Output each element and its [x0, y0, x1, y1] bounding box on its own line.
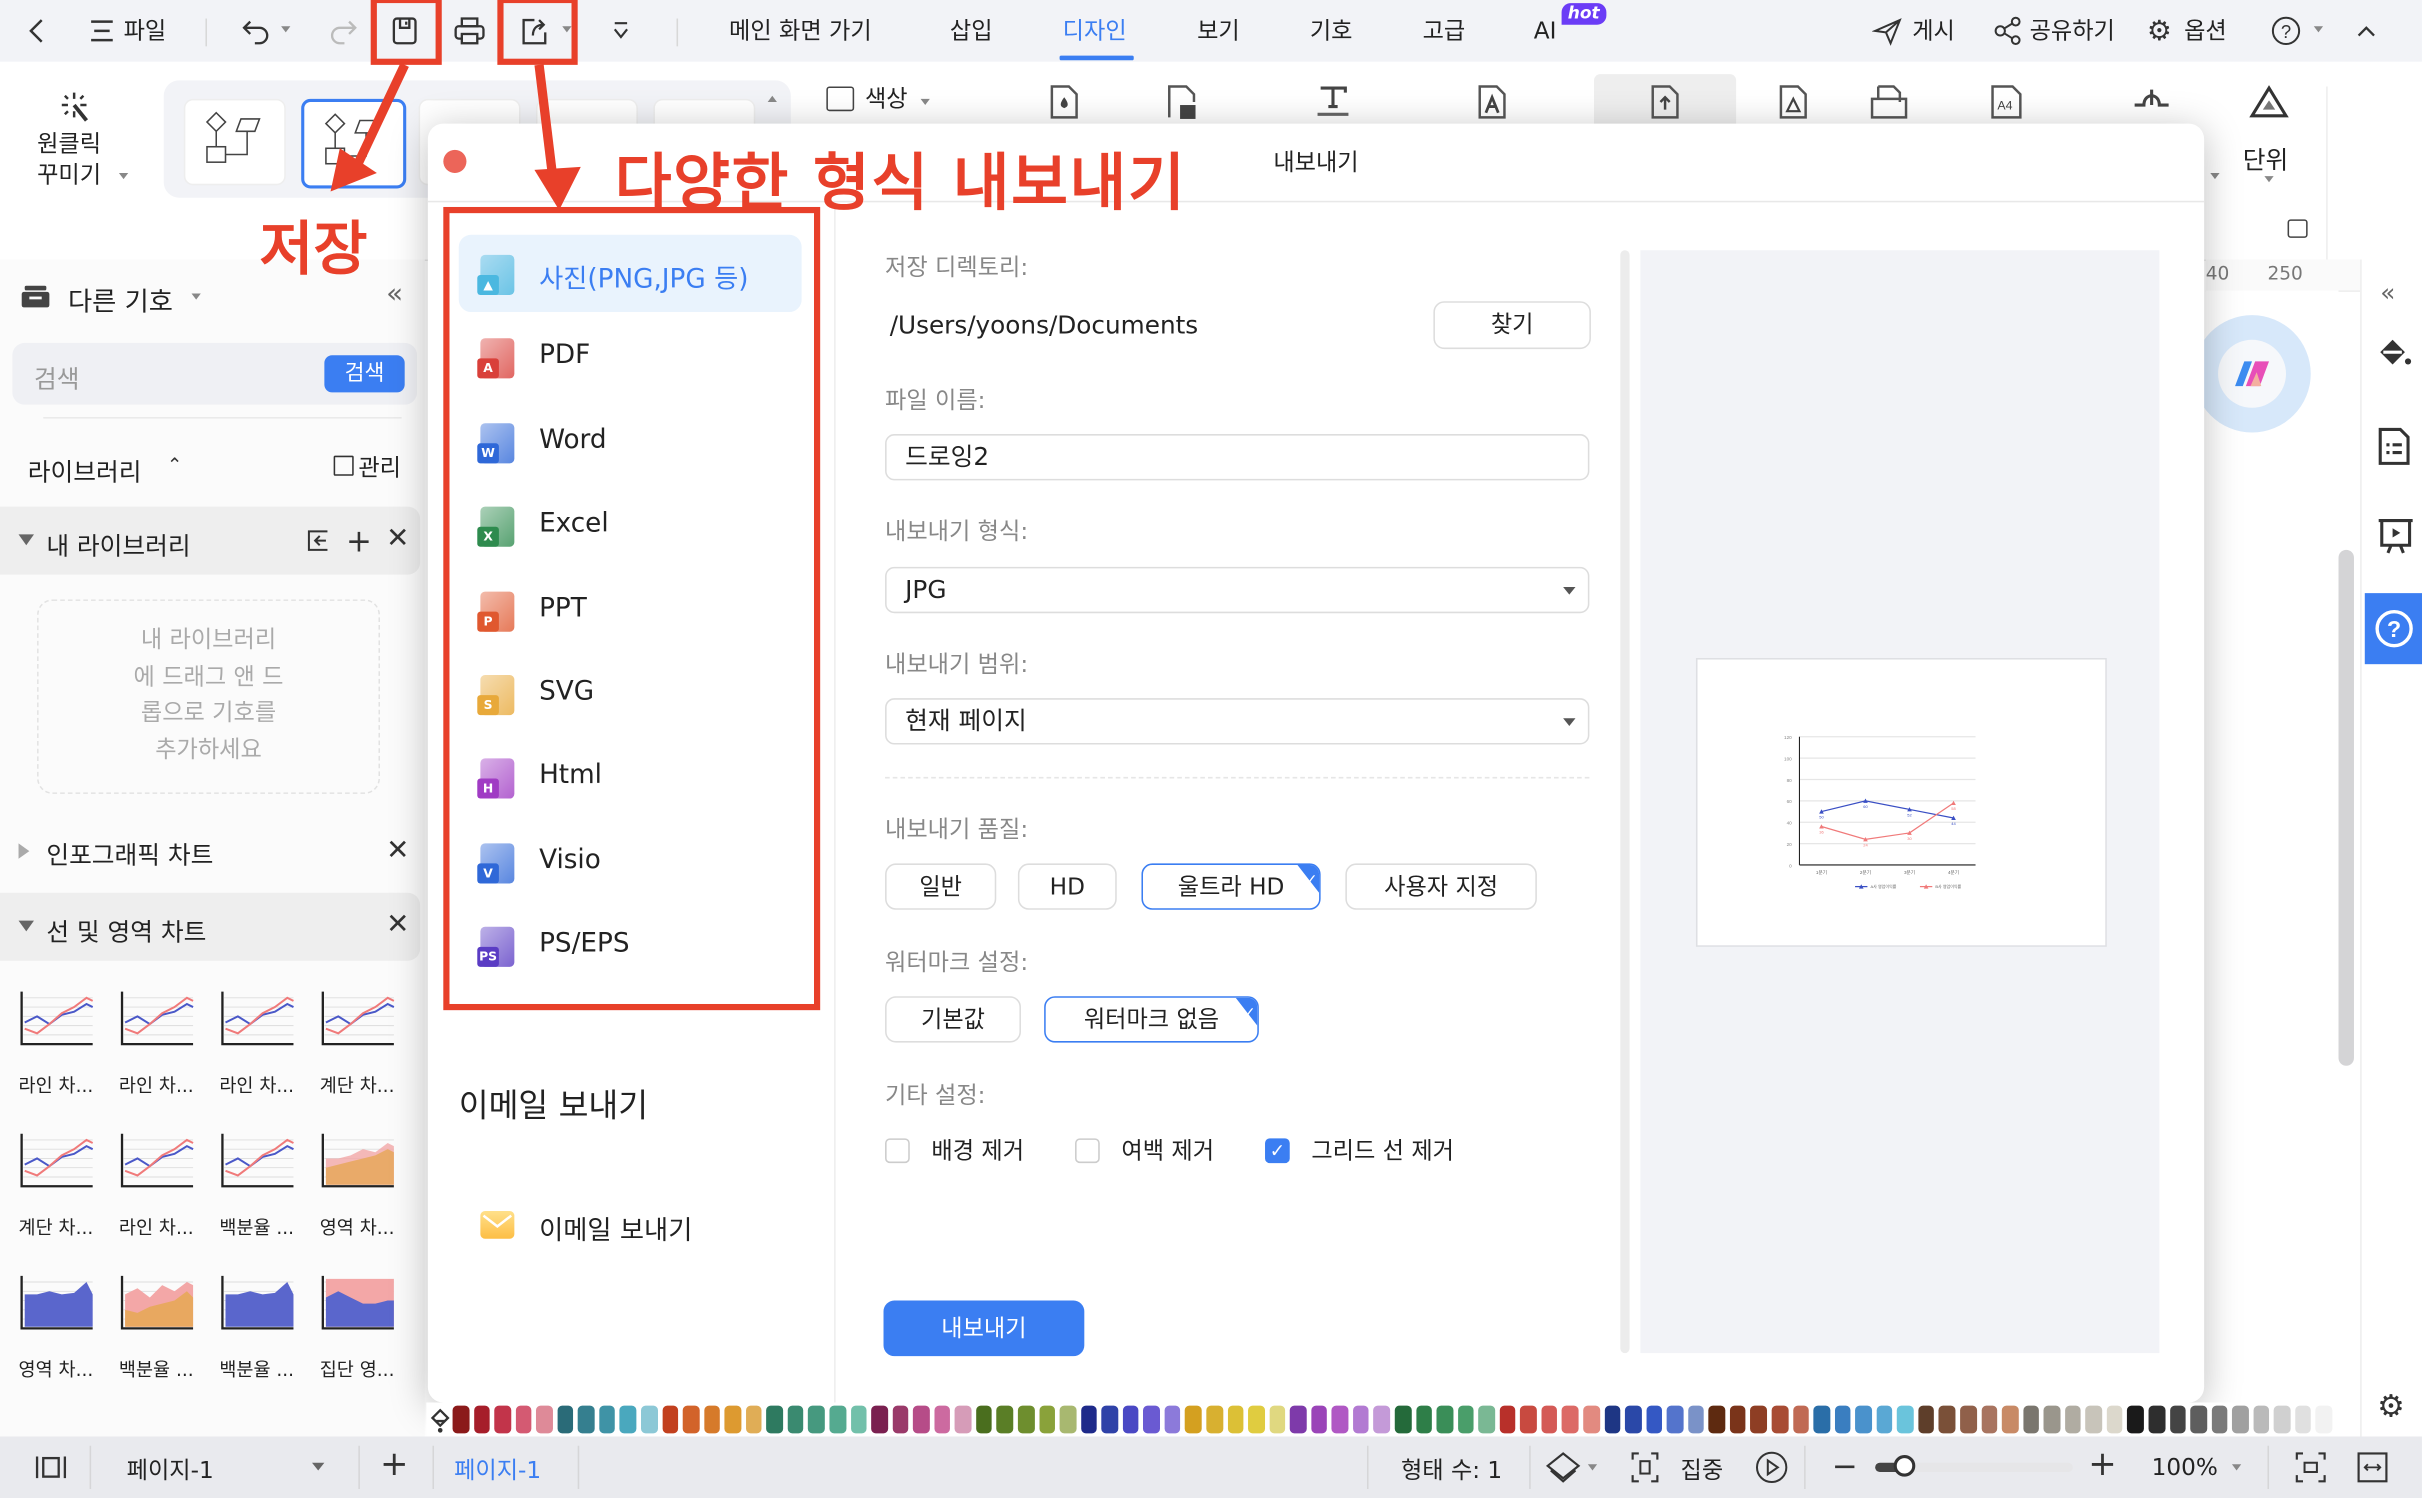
format-list-highlight-box	[443, 206, 821, 1011]
selected-check-icon: ✓	[1304, 872, 1318, 890]
save-annotation: 저장	[259, 214, 368, 283]
selected-check-icon: ✓	[1242, 1005, 1256, 1023]
